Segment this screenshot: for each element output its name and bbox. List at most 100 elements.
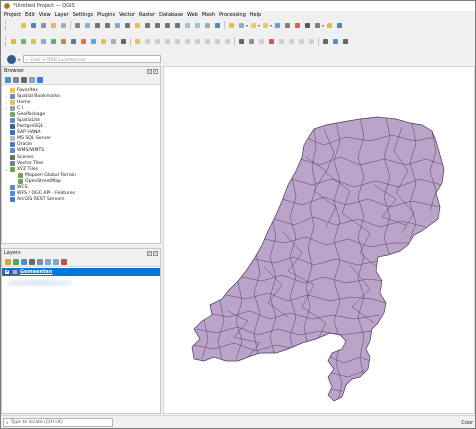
- chevron-right-icon[interactable]: ›: [4, 94, 8, 99]
- menu-raster[interactable]: Raster: [139, 12, 155, 18]
- processing-toolbox-icon[interactable]: [303, 21, 312, 30]
- menu-project[interactable]: Project: [4, 12, 21, 18]
- chevron-down-icon[interactable]: ⌄: [4, 167, 8, 172]
- data-source-manager-icon[interactable]: [9, 37, 18, 46]
- add-wfs-icon[interactable]: [99, 37, 108, 46]
- save-edits-icon[interactable]: [143, 37, 152, 46]
- menu-database[interactable]: Database: [159, 12, 183, 18]
- move-label-icon[interactable]: [277, 37, 286, 46]
- new-map-view-icon[interactable]: [183, 21, 192, 30]
- field-calculator-icon[interactable]: [283, 21, 292, 30]
- collapse-all-icon[interactable]: [53, 258, 59, 265]
- filter-legend-icon[interactable]: [29, 258, 35, 265]
- measure-icon[interactable]: [313, 21, 322, 30]
- layout-manager-icon[interactable]: [49, 21, 58, 30]
- menu-processing[interactable]: Processing: [219, 12, 246, 18]
- text-annotation-icon[interactable]: [335, 21, 344, 30]
- collapse-all-icon[interactable]: [29, 76, 35, 83]
- identify-features-icon[interactable]: [227, 21, 236, 30]
- select-by-value-icon[interactable]: [261, 21, 270, 30]
- remove-layer-icon[interactable]: [61, 258, 67, 265]
- chevron-right-icon[interactable]: ›: [4, 100, 8, 105]
- add-postgis-icon[interactable]: [69, 37, 78, 46]
- menu-web[interactable]: Web: [187, 12, 198, 18]
- menu-mesh[interactable]: Mesh: [202, 12, 215, 18]
- add-vector-layer-icon[interactable]: [19, 37, 28, 46]
- add-raster-layer-icon[interactable]: [39, 37, 48, 46]
- new-3d-map-view-icon[interactable]: [193, 21, 202, 30]
- float-panel-icon[interactable]: ◰: [147, 68, 152, 74]
- zoom-native-icon[interactable]: [153, 21, 162, 30]
- close-icon[interactable]: ×: [153, 250, 158, 256]
- zoom-last-icon[interactable]: [163, 21, 172, 30]
- redo-icon[interactable]: [223, 37, 232, 46]
- chevron-down-icon[interactable]: ▾: [322, 23, 324, 28]
- map-canvas[interactable]: [163, 66, 475, 414]
- menu-help[interactable]: Help: [250, 12, 261, 18]
- open-project-icon[interactable]: [19, 21, 28, 30]
- add-selected-layers-icon[interactable]: [13, 76, 19, 83]
- filter-by-expression-icon[interactable]: [37, 258, 43, 265]
- change-label-icon[interactable]: [297, 37, 306, 46]
- select-features-icon[interactable]: [249, 21, 258, 30]
- expand-all-icon[interactable]: [45, 258, 51, 265]
- chevron-down-icon[interactable]: ▾: [246, 23, 248, 28]
- statistics-icon[interactable]: [293, 21, 302, 30]
- save-project-icon[interactable]: [29, 21, 38, 30]
- cut-features-icon[interactable]: [183, 37, 192, 46]
- add-delimited-text-icon[interactable]: [59, 37, 68, 46]
- temporal-controller-icon[interactable]: [203, 21, 212, 30]
- new-project-icon[interactable]: [9, 21, 18, 30]
- chevron-down-icon[interactable]: ▾: [18, 57, 20, 62]
- layer-styling-icon[interactable]: [5, 258, 11, 265]
- properties-icon[interactable]: [37, 76, 43, 83]
- vertex-tool-icon[interactable]: [163, 37, 172, 46]
- delete-selected-icon[interactable]: [173, 37, 182, 46]
- plugin-b-icon[interactable]: [341, 37, 350, 46]
- close-icon[interactable]: ×: [153, 68, 158, 74]
- rotate-label-icon[interactable]: [287, 37, 296, 46]
- pdok-search-input[interactable]: ⌕ Zoek in PDOK Locatieserver: [23, 55, 162, 63]
- deselect-all-icon[interactable]: [273, 21, 282, 30]
- highlight-labels-icon[interactable]: [267, 37, 276, 46]
- label-style-icon[interactable]: [247, 37, 256, 46]
- copy-features-icon[interactable]: [193, 37, 202, 46]
- chevron-down-icon[interactable]: ▾: [270, 23, 272, 28]
- add-group-icon[interactable]: [13, 258, 19, 265]
- open-attribute-table-icon[interactable]: [237, 21, 246, 30]
- pin-labels-icon[interactable]: [257, 37, 266, 46]
- add-virtual-layer-icon[interactable]: [119, 37, 128, 46]
- pan-hand-icon[interactable]: [73, 21, 82, 30]
- map-tips-icon[interactable]: [325, 21, 334, 30]
- layer-row-gemeenten[interactable]: Gemeenten: [2, 268, 160, 276]
- menu-plugins[interactable]: Plugins: [97, 12, 115, 18]
- toggle-editing-icon[interactable]: [133, 37, 142, 46]
- add-mesh-icon[interactable]: [79, 37, 88, 46]
- menu-view[interactable]: View: [39, 12, 51, 18]
- zoom-in-icon[interactable]: [93, 21, 102, 30]
- menu-vector[interactable]: Vector: [119, 12, 135, 18]
- show-hide-labels-icon[interactable]: [307, 37, 316, 46]
- menu-layer[interactable]: Layer: [55, 12, 69, 18]
- zoom-next-icon[interactable]: [173, 21, 182, 30]
- label-tool-icon[interactable]: [237, 37, 246, 46]
- undo-icon[interactable]: [213, 37, 222, 46]
- refresh-icon[interactable]: [213, 21, 222, 30]
- filter-icon[interactable]: [21, 76, 27, 83]
- zoom-rubber-band-icon[interactable]: [113, 21, 122, 30]
- manage-map-themes-icon[interactable]: [21, 258, 27, 265]
- zoom-to-layer-icon[interactable]: [143, 21, 152, 30]
- locator-search-field[interactable]: ⌕ Type to locate (Ctrl+K): [3, 418, 113, 427]
- zoom-to-selection-icon[interactable]: [133, 21, 142, 30]
- menu-edit[interactable]: Edit: [25, 12, 35, 18]
- style-manager-icon[interactable]: [59, 21, 68, 30]
- refresh-icon[interactable]: [5, 76, 11, 83]
- browser-item[interactable]: ArcGIS REST Servers: [2, 197, 160, 203]
- float-panel-icon[interactable]: ◰: [147, 250, 152, 256]
- add-wms-icon[interactable]: [89, 37, 98, 46]
- toolbar-handle[interactable]: [5, 21, 7, 30]
- chevron-down-icon[interactable]: ▾: [258, 23, 260, 28]
- chevron-right-icon[interactable]: ›: [4, 106, 8, 111]
- pan-to-selection-icon[interactable]: [83, 21, 92, 30]
- new-shapefile-icon[interactable]: [109, 37, 118, 46]
